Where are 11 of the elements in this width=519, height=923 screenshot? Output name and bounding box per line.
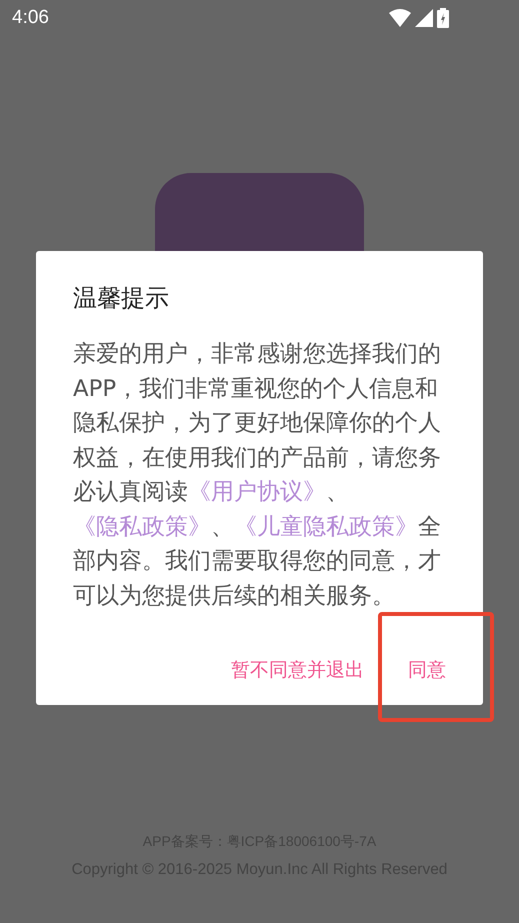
agree-button[interactable]: 同意 [396, 649, 458, 691]
policy-link[interactable]: 《儿童隐私政策》 [234, 514, 418, 540]
dialog-title: 温馨提示 [73, 283, 170, 314]
policy-link[interactable]: 《用户协议》 [188, 479, 326, 505]
policy-link[interactable]: 《隐私政策》 [73, 514, 211, 540]
dialog-message: 亲爱的用户，非常感谢您选择我们的APP，我们非常重视您的个人信息和隐私保护，为了更好地保障你的个人权益，在使用我们的产品前，请您务必认真阅读《用户协议》、 《隐私政策》、《儿童隐私政策》全部内容。我们需要取得您的同意，才可以为您提供后续的相关服务。 [73, 340, 442, 610]
wifi-icon [389, 9, 411, 27]
decline-button[interactable]: 暂不同意并退出 [219, 649, 376, 691]
signal-icon [415, 9, 433, 27]
battery-charging-icon [437, 8, 449, 28]
status-time: 4:06 [12, 7, 49, 29]
